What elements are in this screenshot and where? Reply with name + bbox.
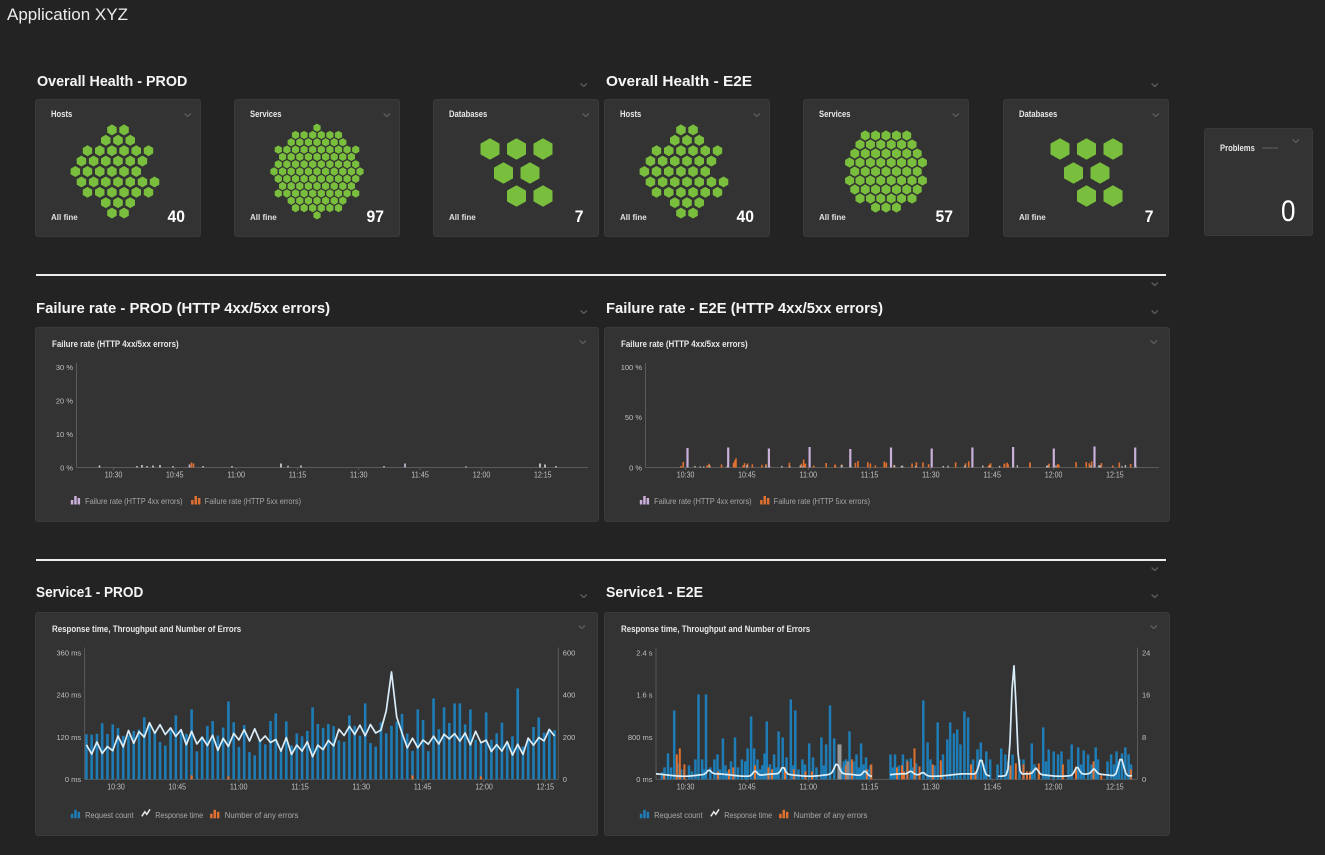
svg-text:400: 400	[563, 691, 576, 700]
svg-text:200: 200	[563, 733, 576, 742]
svg-text:10:45: 10:45	[738, 782, 756, 791]
svg-text:12:15: 12:15	[1106, 470, 1124, 479]
svg-text:20 %: 20 %	[56, 396, 73, 405]
svg-text:0: 0	[563, 775, 567, 784]
svg-text:16: 16	[1142, 691, 1150, 700]
svg-text:11:45: 11:45	[414, 782, 432, 791]
svg-text:12:00: 12:00	[1045, 470, 1063, 479]
svg-text:10:45: 10:45	[738, 470, 756, 479]
svg-text:50 %: 50 %	[625, 413, 642, 422]
svg-text:600: 600	[563, 648, 576, 657]
svg-text:12:15: 12:15	[1106, 782, 1124, 791]
svg-text:0: 0	[1142, 775, 1146, 784]
svg-text:11:00: 11:00	[800, 470, 818, 479]
svg-text:800 ms: 800 ms	[628, 733, 653, 742]
svg-text:360 ms: 360 ms	[56, 648, 81, 657]
svg-text:Failure rate (HTTP 5xx errors): Failure rate (HTTP 5xx errors)	[774, 496, 870, 506]
svg-text:10:30: 10:30	[677, 470, 695, 479]
svg-text:12:15: 12:15	[537, 782, 555, 791]
svg-text:0 ms: 0 ms	[65, 775, 82, 784]
svg-text:0 ms: 0 ms	[636, 775, 653, 784]
svg-text:0 %: 0 %	[629, 463, 642, 472]
svg-text:10:30: 10:30	[105, 470, 123, 479]
svg-text:11:30: 11:30	[922, 470, 940, 479]
svg-text:10:30: 10:30	[677, 782, 695, 791]
svg-text:10:45: 10:45	[166, 470, 184, 479]
svg-text:11:00: 11:00	[800, 782, 818, 791]
svg-text:10:45: 10:45	[169, 782, 187, 791]
svg-text:0 %: 0 %	[60, 463, 73, 472]
svg-text:12:00: 12:00	[473, 470, 491, 479]
svg-text:Number of any errors: Number of any errors	[225, 810, 299, 820]
svg-text:12:00: 12:00	[1045, 782, 1063, 791]
svg-text:24: 24	[1142, 648, 1150, 657]
svg-text:1.6 s: 1.6 s	[636, 691, 653, 700]
svg-text:11:30: 11:30	[922, 782, 940, 791]
svg-text:12:00: 12:00	[475, 782, 493, 791]
svg-text:120 ms: 120 ms	[56, 733, 81, 742]
svg-text:11:15: 11:15	[289, 470, 307, 479]
svg-text:11:45: 11:45	[983, 470, 1001, 479]
svg-text:11:15: 11:15	[861, 470, 879, 479]
svg-text:Failure rate (HTTP 4xx errors): Failure rate (HTTP 4xx errors)	[654, 496, 752, 506]
svg-text:2.4 s: 2.4 s	[636, 648, 653, 657]
svg-text:11:15: 11:15	[291, 782, 309, 791]
svg-text:10 %: 10 %	[56, 430, 73, 439]
svg-text:Request count: Request count	[654, 810, 703, 820]
svg-text:Response time: Response time	[724, 810, 772, 820]
svg-text:11:30: 11:30	[350, 470, 368, 479]
svg-text:11:30: 11:30	[353, 782, 371, 791]
svg-text:12:15: 12:15	[534, 470, 552, 479]
svg-text:100 %: 100 %	[621, 363, 643, 372]
svg-text:Request count: Request count	[85, 810, 134, 820]
svg-text:8: 8	[1142, 733, 1146, 742]
svg-text:11:15: 11:15	[861, 782, 879, 791]
svg-text:11:45: 11:45	[411, 470, 429, 479]
svg-text:30 %: 30 %	[56, 363, 73, 372]
svg-text:10:30: 10:30	[107, 782, 125, 791]
svg-text:Failure rate (HTTP 5xx errors): Failure rate (HTTP 5xx errors)	[205, 496, 301, 506]
svg-text:11:00: 11:00	[230, 782, 248, 791]
svg-text:Failure rate (HTTP 4xx errors): Failure rate (HTTP 4xx errors)	[85, 496, 183, 506]
svg-text:11:45: 11:45	[983, 782, 1001, 791]
svg-text:240 ms: 240 ms	[56, 691, 81, 700]
svg-text:11:00: 11:00	[227, 470, 245, 479]
svg-text:Number of any errors: Number of any errors	[794, 810, 868, 820]
svg-text:Response time: Response time	[155, 810, 203, 820]
